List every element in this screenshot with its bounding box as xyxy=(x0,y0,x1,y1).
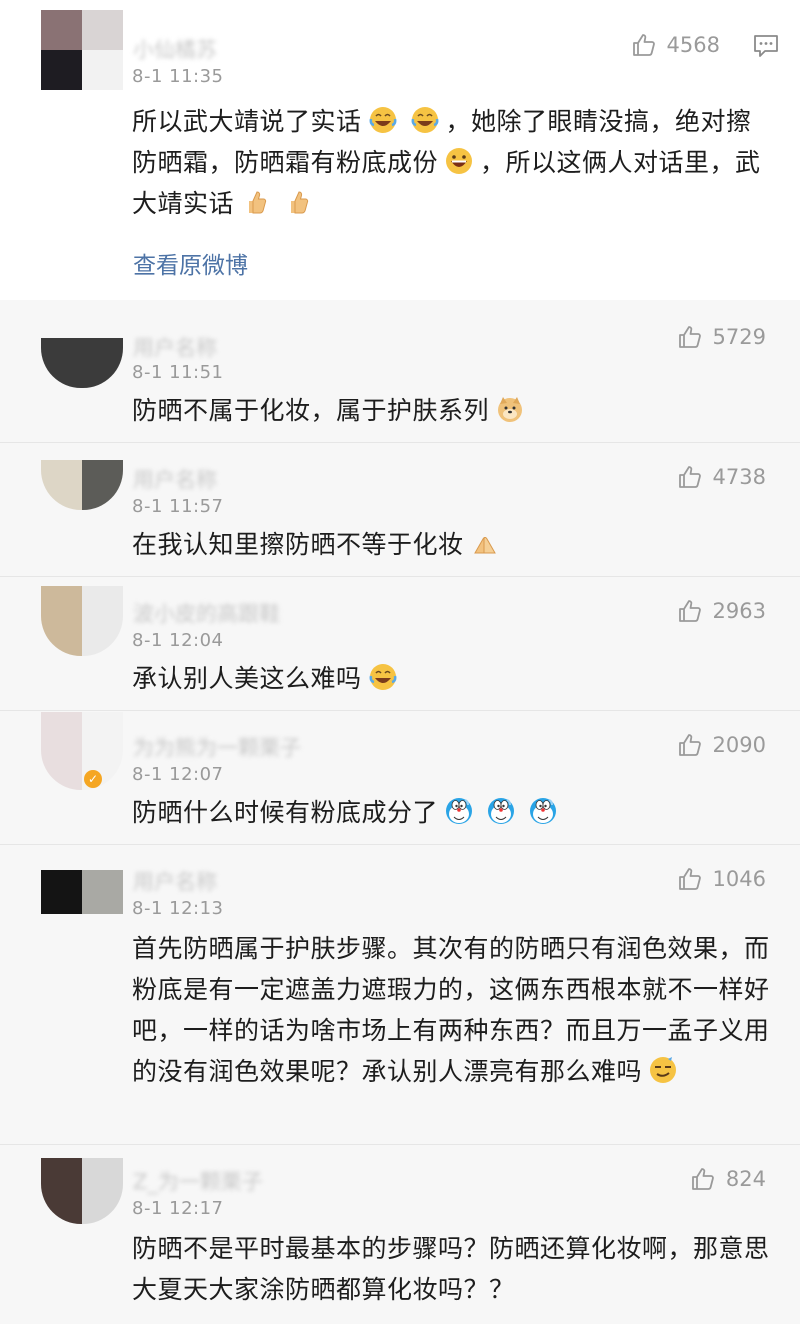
list-item: Z_为一颗栗子 8-1 12:17 824 防晒不是平时最基本的步骤吗？防晒还算… xyxy=(0,1144,800,1324)
like-count: 2090 xyxy=(712,733,766,757)
comment-text: 在我认知里擦防晒不等于化妆 xyxy=(132,524,772,565)
comment-text-part: 所以武大靖说了实话 xyxy=(132,107,362,136)
pray-emoji xyxy=(470,528,500,558)
avatar[interactable] xyxy=(41,1158,123,1224)
like-count: 2963 xyxy=(712,599,766,623)
thumbs-up-icon xyxy=(677,324,703,350)
like-count: 4568 xyxy=(666,33,720,57)
timestamp: 8-1 12:13 xyxy=(132,898,224,919)
like-count: 5729 xyxy=(712,325,766,349)
timestamp: 8-1 12:07 xyxy=(132,764,224,785)
doraemon-emoji xyxy=(444,796,474,826)
timestamp: 8-1 11:57 xyxy=(132,496,224,517)
top-comment-card: 小仙橘苏 8-1 11:35 4568 所以武大靖说了实话 ，她除了眼睛没搞，绝对… xyxy=(0,0,800,300)
like-button[interactable]: 4568 xyxy=(631,32,720,58)
thumbs-up-emoji xyxy=(282,187,312,217)
thumbs-up-icon xyxy=(677,598,703,624)
username[interactable]: 用户名称 xyxy=(133,464,217,494)
list-item: 用户名称 8-1 11:51 5729 防晒不属于化妆，属于护肤系列 xyxy=(0,300,800,443)
avatar[interactable] xyxy=(41,712,123,790)
avatar[interactable] xyxy=(41,586,123,656)
avatar[interactable] xyxy=(41,460,123,510)
comment-icon[interactable] xyxy=(752,33,780,59)
thumbs-up-icon xyxy=(677,464,703,490)
list-item: 用户名称 8-1 12:13 1046 首先防晒属于护肤步骤。其次有的防晒只有润… xyxy=(0,844,800,1145)
like-button[interactable]: 824 xyxy=(690,1166,766,1192)
comment-text: 所以武大靖说了实话 ，她除了眼睛没搞，绝对擦防晒霜，防晒霜有粉底成份 ，所以这俩人对… xyxy=(132,101,772,224)
comment-text: 承认别人美这么难吗 xyxy=(132,658,772,699)
thumbs-up-icon xyxy=(690,1166,716,1192)
comment-text-part: 承认别人美这么难吗 xyxy=(132,664,362,693)
username[interactable]: 为为熊为一颗栗子 xyxy=(133,732,301,762)
doge-emoji xyxy=(495,394,525,424)
doraemon-emoji xyxy=(486,796,516,826)
comment-text: 首先防晒属于护肤步骤。其次有的防晒只有润色效果，而粉底是有一定遮盖力遮瑕力的，这… xyxy=(132,928,772,1092)
like-count: 1046 xyxy=(712,867,766,891)
laugh-cry-emoji xyxy=(368,105,398,135)
username[interactable]: 小仙橘苏 xyxy=(133,34,217,64)
comment-text-part: 防晒不属于化妆，属于护肤系列 xyxy=(132,396,490,425)
grin-emoji xyxy=(444,146,474,176)
username[interactable]: 波小皮的高跟鞋 xyxy=(133,598,280,628)
verified-badge: ✓ xyxy=(84,770,102,788)
like-button[interactable]: 4738 xyxy=(677,464,766,490)
laugh-cry-emoji xyxy=(410,105,440,135)
laugh-cry-emoji xyxy=(368,662,398,692)
comment-text: 防晒不属于化妆，属于护肤系列 xyxy=(132,390,772,431)
thumbs-up-icon xyxy=(677,866,703,892)
like-button[interactable]: 1046 xyxy=(677,866,766,892)
comment-text-part: 在我认知里擦防晒不等于化妆 xyxy=(132,530,464,559)
timestamp: 8-1 12:17 xyxy=(132,1198,224,1219)
avatar[interactable] xyxy=(41,10,123,90)
like-button[interactable]: 2090 xyxy=(677,732,766,758)
thumbs-up-emoji xyxy=(240,187,270,217)
list-item: ✓ 为为熊为一颗栗子 8-1 12:07 2090 防晒什么时候有粉底成分了 xyxy=(0,710,800,845)
like-button[interactable]: 2963 xyxy=(677,598,766,624)
comment-text: 防晒什么时候有粉底成分了 xyxy=(132,792,772,833)
comment-text-part: 防晒什么时候有粉底成分了 xyxy=(132,798,439,827)
avatar[interactable] xyxy=(41,338,123,388)
list-item: 波小皮的高跟鞋 8-1 12:04 2963 承认别人美这么难吗 xyxy=(0,576,800,711)
username[interactable]: 用户名称 xyxy=(133,332,217,362)
thumbs-up-icon xyxy=(631,32,657,58)
doraemon-emoji xyxy=(528,796,558,826)
like-count: 4738 xyxy=(712,465,766,489)
username[interactable]: 用户名称 xyxy=(133,866,217,896)
avatar[interactable] xyxy=(41,870,123,914)
smug-emoji xyxy=(648,1055,678,1085)
like-button[interactable]: 5729 xyxy=(677,324,766,350)
comment-text-part: 防晒不是平时最基本的步骤吗？防晒还算化妆啊，那意思大夏天大家涂防晒都算化妆吗？？ xyxy=(132,1234,770,1304)
timestamp: 8-1 11:51 xyxy=(132,362,224,383)
view-original-link[interactable]: 查看原微博 xyxy=(133,246,248,280)
like-count: 824 xyxy=(725,1167,766,1191)
timestamp: 8-1 12:04 xyxy=(132,630,224,651)
list-item: 用户名称 8-1 11:57 4738 在我认知里擦防晒不等于化妆 xyxy=(0,442,800,577)
username[interactable]: Z_为一颗栗子 xyxy=(133,1166,263,1196)
timestamp: 8-1 11:35 xyxy=(132,66,224,87)
comment-text: 防晒不是平时最基本的步骤吗？防晒还算化妆啊，那意思大夏天大家涂防晒都算化妆吗？？ xyxy=(132,1228,772,1310)
thumbs-up-icon xyxy=(677,732,703,758)
